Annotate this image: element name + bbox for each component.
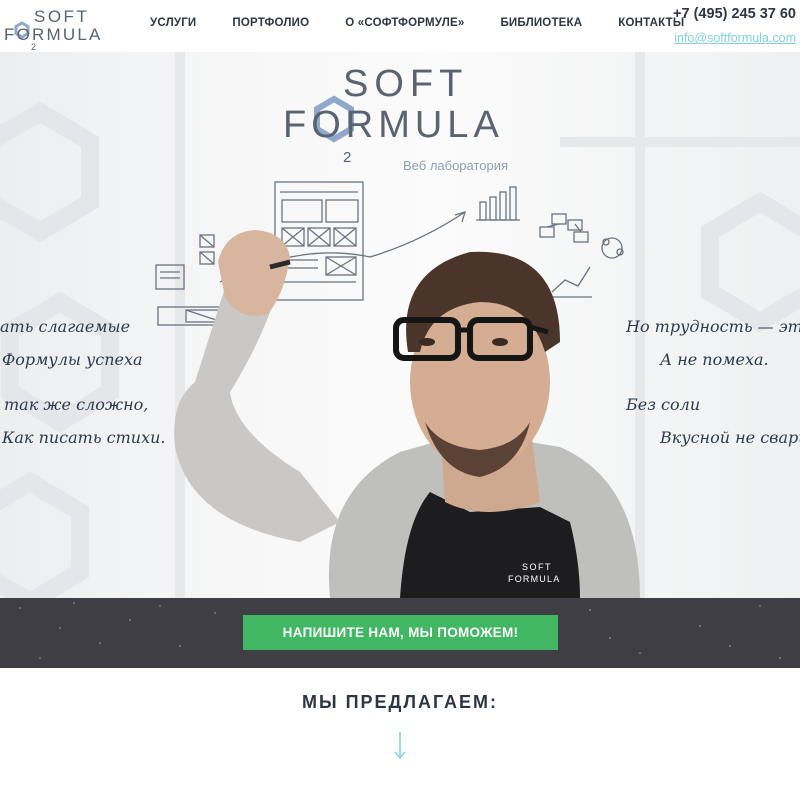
nav-item-library[interactable]: БИБЛИОТЕКА	[500, 17, 582, 29]
offers-heading: МЫ ПРЕДЛАГАЕМ:	[301, 692, 499, 712]
shirt-logo-bottom: FORMULA	[508, 574, 560, 584]
nav-item-services[interactable]: УСЛУГИ	[150, 17, 196, 29]
logo-index: 2	[31, 42, 36, 50]
logo-bottom-text: FORMULA	[4, 25, 103, 44]
email-link[interactable]: info@softformula.com	[674, 31, 796, 45]
arrow-down-icon[interactable]	[393, 732, 407, 760]
shirt-logo-top: SOFT	[522, 562, 552, 572]
phone-number[interactable]: +7 (495) 245 37 60	[673, 6, 796, 22]
poem-right-line-2: А не помеха.	[660, 350, 769, 369]
hero-logo-index: 2	[343, 149, 351, 164]
poem-right-line-3: Без соли	[626, 395, 701, 414]
nav-item-portfolio[interactable]: ПОРТФОЛИО	[232, 17, 309, 29]
poem-right-line-4: Вкусной не свари	[660, 428, 800, 447]
site-header: SOFT FORMULA 2 УСЛУГИ ПОРТФОЛИО О «СОФТФ…	[0, 0, 800, 52]
poem-right-line-1: Но трудность — эт	[626, 317, 800, 336]
hero-logo-top: SOFT	[343, 64, 468, 105]
hero-logo-bottom: FORMULA	[283, 104, 504, 146]
person-illustration: SOFT FORMULA	[174, 230, 640, 598]
main-nav: УСЛУГИ ПОРТФОЛИО О «СОФТФОРМУЛЕ» БИБЛИОТ…	[150, 17, 684, 29]
poem-left-line-3: так же сложно,	[4, 395, 149, 414]
logo-top-text: SOFT	[34, 7, 89, 26]
hero-banner: SOFT FORMULA SOFT FORMULA 2 Веб лаборато…	[0, 52, 800, 598]
logo[interactable]: SOFT FORMULA 2	[4, 4, 116, 50]
poem-left-line-1: ать слагаемые	[0, 317, 131, 336]
cta-band: НАПИШИТЕ НАМ, МЫ ПОМОЖЕМ!	[0, 598, 800, 668]
hero-logo: SOFT FORMULA 2	[283, 64, 504, 164]
hero-subtitle: Веб лаборатория	[403, 158, 509, 173]
nav-item-about[interactable]: О «СОФТФОРМУЛЕ»	[345, 17, 464, 29]
poem-left-line-2: Формулы успеха	[2, 350, 143, 369]
poem-left-line-4: Как писать стихи.	[2, 428, 166, 447]
contact-us-button[interactable]: НАПИШИТЕ НАМ, МЫ ПОМОЖЕМ!	[243, 615, 558, 650]
